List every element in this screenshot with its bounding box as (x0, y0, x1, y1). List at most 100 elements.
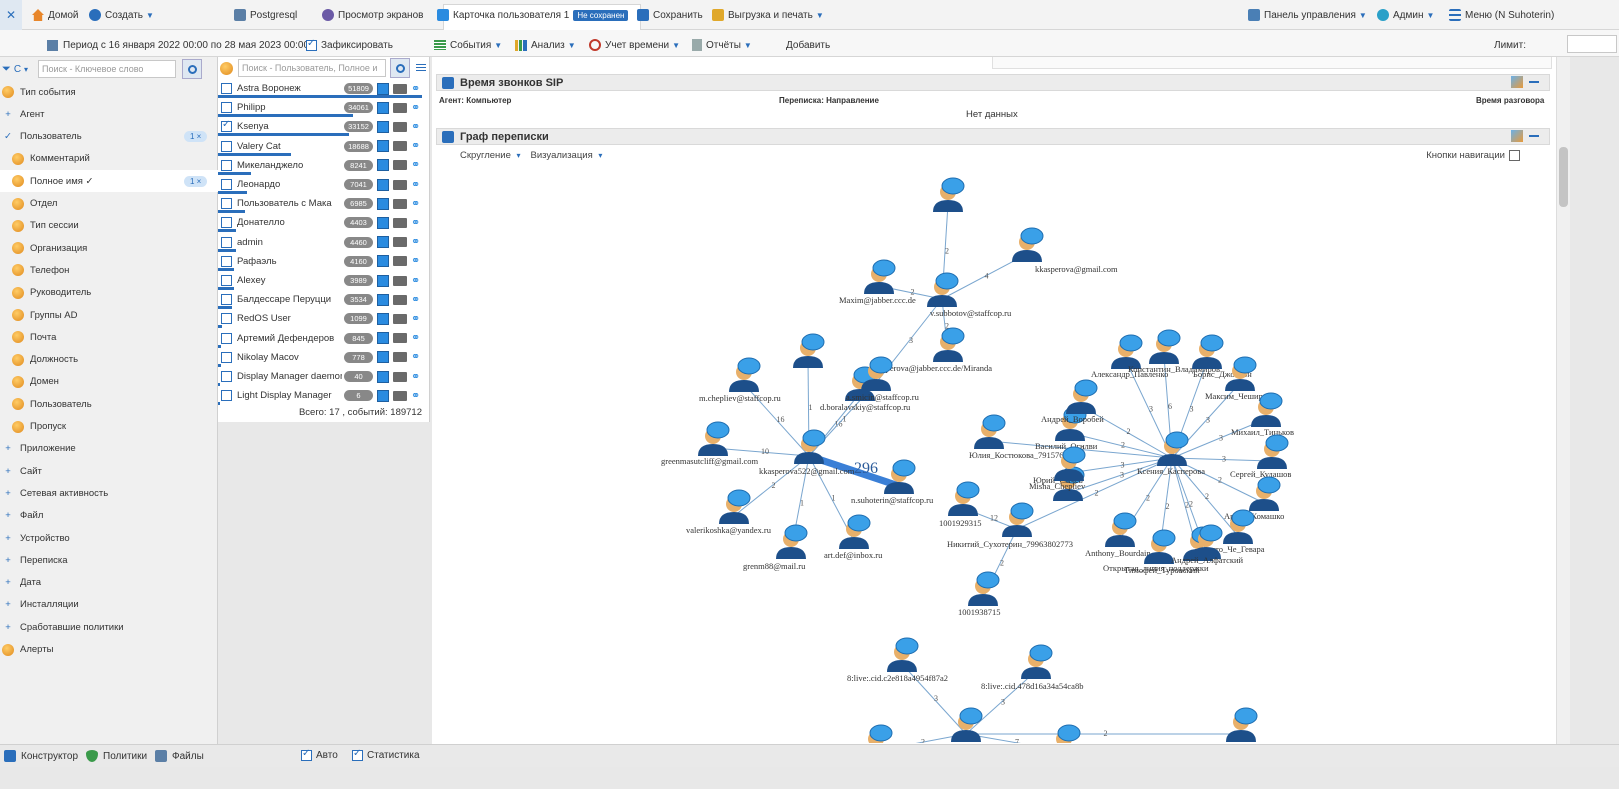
monitor-icon[interactable] (393, 198, 407, 209)
monitor-icon[interactable] (393, 237, 407, 248)
user-card-icon[interactable] (377, 101, 389, 114)
filter-count-pill[interactable]: 1 × (184, 175, 208, 187)
expanded-icon[interactable]: ✓ (2, 131, 14, 142)
keyword-search-input[interactable]: Поиск - Ключевое слово (38, 60, 176, 78)
user-row[interactable]: Light Display Manager 6 ⚭ (218, 386, 430, 405)
filter-item[interactable]: Должность (0, 349, 218, 371)
user-row[interactable]: Балдессаре Перуцци 3534 ⚭ (218, 290, 430, 309)
graph-node[interactable] (698, 421, 730, 456)
admin-menu[interactable]: Админ ▼ (1377, 8, 1434, 22)
auto-checkbox[interactable]: Авто (301, 748, 338, 761)
user-link-icon[interactable]: ⚭ (411, 351, 423, 363)
user-row[interactable]: Леонардо 7041 ⚭ (218, 175, 430, 194)
graph-node[interactable] (1249, 476, 1281, 511)
graph-node[interactable] (864, 259, 896, 294)
graph-node[interactable] (1105, 512, 1137, 547)
database-menu[interactable]: Postgresql (234, 8, 297, 22)
user-row[interactable]: Артемий Дефендеров 845 ⚭ (218, 329, 430, 348)
filter-item[interactable]: + Агент (0, 103, 218, 125)
filter-item[interactable]: + Сайт (0, 460, 218, 482)
create-menu[interactable]: Создать ▼ (89, 8, 154, 22)
filter-item[interactable]: Комментарий (0, 148, 218, 170)
expand-icon[interactable]: + (2, 443, 14, 454)
user-checkbox[interactable] (221, 313, 232, 325)
constructor-tab[interactable]: Конструктор (4, 750, 78, 762)
monitor-icon[interactable] (393, 102, 407, 113)
monitor-icon[interactable] (393, 333, 407, 344)
user-card-icon[interactable] (377, 332, 389, 345)
user-row[interactable]: Донателло 4403 ⚭ (218, 213, 430, 232)
filter-item[interactable]: Организация (0, 237, 218, 259)
graph-node[interactable] (1066, 379, 1098, 414)
user-link-icon[interactable]: ⚭ (411, 159, 423, 171)
user-search-button[interactable] (390, 58, 410, 78)
user-card-icon[interactable] (377, 82, 389, 95)
filter-item[interactable]: Телефон (0, 259, 218, 281)
correspondence-graph[interactable]: 2422316161102962111212223232363333222222… (436, 163, 1550, 743)
filter-item[interactable]: Пропуск (0, 416, 218, 438)
graph-node[interactable] (951, 707, 983, 742)
user-card-icon[interactable] (377, 140, 389, 153)
filter-item[interactable]: ✓ Пользователь 1 × (0, 126, 218, 148)
filter-item[interactable]: + Приложение (0, 438, 218, 460)
expand-icon[interactable]: + (2, 577, 14, 588)
user-card-icon[interactable] (377, 293, 389, 306)
user-checkbox[interactable] (221, 294, 232, 306)
user-card-icon[interactable] (377, 197, 389, 210)
expand-icon[interactable]: + (2, 555, 14, 566)
user-checkbox[interactable] (221, 217, 232, 229)
graph-section-header[interactable]: Граф переписки (436, 128, 1550, 145)
graph-node[interactable] (1012, 227, 1044, 262)
files-tab[interactable]: Файлы (155, 750, 204, 762)
graph-node[interactable] (1192, 334, 1224, 369)
save-button[interactable]: Сохранить (637, 8, 703, 22)
graph-node[interactable] (948, 481, 980, 516)
filter-item[interactable]: + Переписка (0, 549, 218, 571)
user-link-icon[interactable]: ⚭ (411, 140, 423, 152)
add-button[interactable]: Добавить (786, 38, 830, 52)
expand-icon[interactable]: + (2, 109, 14, 120)
user-checkbox[interactable] (221, 119, 232, 133)
export-icon[interactable] (1511, 130, 1523, 142)
user-card-icon[interactable] (377, 255, 389, 268)
minimize-icon[interactable] (1529, 81, 1539, 83)
user-link-icon[interactable]: ⚭ (411, 198, 423, 210)
user-link-icon[interactable]: ⚭ (411, 390, 423, 402)
graph-node[interactable] (887, 637, 919, 672)
search-button[interactable] (182, 59, 202, 79)
user-link-icon[interactable]: ⚭ (411, 217, 423, 229)
user-card-icon[interactable] (377, 159, 389, 172)
filter-item[interactable]: Тип сессии (0, 215, 218, 237)
graph-node[interactable] (793, 333, 825, 368)
user-card-icon[interactable] (377, 351, 389, 364)
export-menu[interactable]: Выгрузка и печать ▼ (712, 8, 824, 22)
expand-icon[interactable]: + (2, 466, 14, 477)
user-link-icon[interactable]: ⚭ (411, 102, 423, 114)
expand-icon[interactable]: + (2, 599, 14, 610)
user-row[interactable]: admin 4460 ⚭ (218, 233, 430, 252)
user-link-icon[interactable]: ⚭ (411, 332, 423, 344)
user-row[interactable]: Рафаэль 4160 ⚭ (218, 252, 430, 271)
user-checkbox[interactable] (221, 332, 232, 344)
user-row[interactable]: Alexey 3989 ⚭ (218, 271, 430, 290)
user-card-icon[interactable] (377, 216, 389, 229)
graph-node[interactable] (1002, 502, 1034, 537)
list-options-icon[interactable] (416, 64, 426, 72)
user-card-icon[interactable] (377, 274, 389, 287)
filter-item[interactable]: Алерты (0, 639, 218, 661)
user-link-icon[interactable]: ⚭ (411, 83, 423, 95)
export-icon[interactable] (1511, 76, 1523, 88)
user-checkbox[interactable] (221, 255, 232, 267)
graph-node[interactable] (927, 272, 959, 307)
filter-item[interactable]: + Инсталляции (0, 594, 218, 616)
graph-canvas[interactable]: 2422316161102962111212223232363333222222… (436, 163, 1550, 743)
user-link-icon[interactable]: ⚭ (411, 371, 423, 383)
monitor-icon[interactable] (393, 371, 407, 382)
user-checkbox[interactable] (221, 83, 232, 94)
nav-buttons-toggle[interactable]: Кнопки навигации (1426, 149, 1524, 161)
graph-node[interactable] (794, 429, 826, 464)
graph-node[interactable] (1021, 644, 1053, 679)
monitor-icon[interactable] (393, 256, 407, 267)
user-checkbox[interactable] (221, 179, 232, 190)
filter-item[interactable]: + Устройство (0, 527, 218, 549)
